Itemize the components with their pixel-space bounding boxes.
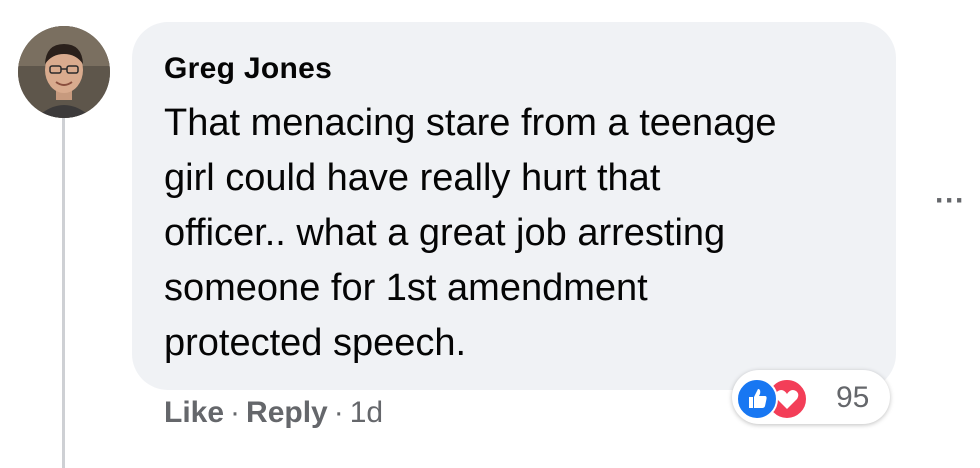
reply-button[interactable]: Reply <box>246 396 328 430</box>
comment-author[interactable]: Greg Jones <box>164 52 332 86</box>
comment-text: That menacing stare from a teenage girl … <box>164 102 777 364</box>
reaction-count: 95 <box>836 381 870 414</box>
comment-container: Greg Jones That menacing stare from a te… <box>0 0 980 468</box>
action-separator: · <box>333 396 344 429</box>
like-icon <box>736 378 778 420</box>
more-options-icon: ··· <box>935 184 965 217</box>
reactions-summary[interactable]: 95 <box>732 370 890 424</box>
thread-line <box>62 118 65 468</box>
avatar-image <box>18 26 110 118</box>
more-options-button[interactable]: ··· <box>930 186 970 216</box>
like-button[interactable]: Like <box>164 396 224 430</box>
action-separator: · <box>230 396 241 429</box>
comment-timestamp[interactable]: 1d <box>350 396 383 430</box>
comment-actions: Like · Reply · 1d <box>164 396 383 430</box>
avatar[interactable] <box>18 26 110 118</box>
